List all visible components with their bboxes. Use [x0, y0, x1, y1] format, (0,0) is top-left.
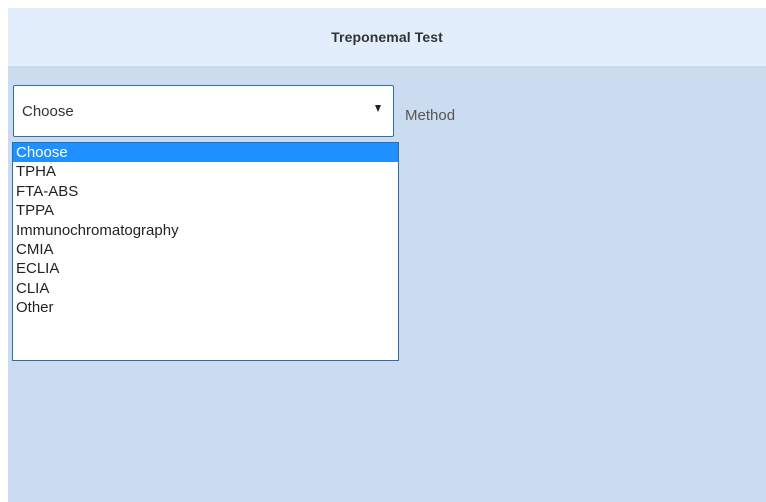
method-option-tppa[interactable]: TPPA: [13, 201, 398, 220]
method-option-other[interactable]: Other: [13, 298, 398, 317]
method-label: Method: [405, 107, 456, 124]
method-dropdown-list[interactable]: Choose TPHA FTA-ABS TPPA Immunochromatog…: [12, 142, 399, 361]
method-option-immunochromatography[interactable]: Immunochromatography: [13, 221, 398, 240]
method-option-clia[interactable]: CLIA: [13, 279, 398, 298]
method-option-cmia[interactable]: CMIA: [13, 240, 398, 259]
method-select-value: Choose: [22, 103, 74, 120]
method-option-tpha[interactable]: TPHA: [13, 162, 398, 181]
method-option-choose[interactable]: Choose: [13, 143, 398, 163]
method-select[interactable]: Choose: [13, 85, 394, 137]
treponemal-test-panel: Treponemal Test Choose Method Choose TPH…: [8, 8, 766, 502]
panel-title: Treponemal Test: [331, 29, 443, 45]
method-option-eclia[interactable]: ECLIA: [13, 259, 398, 278]
caret-down-icon: [375, 105, 381, 112]
panel-header: Treponemal Test: [8, 8, 766, 66]
method-option-fta-abs[interactable]: FTA-ABS: [13, 182, 398, 201]
